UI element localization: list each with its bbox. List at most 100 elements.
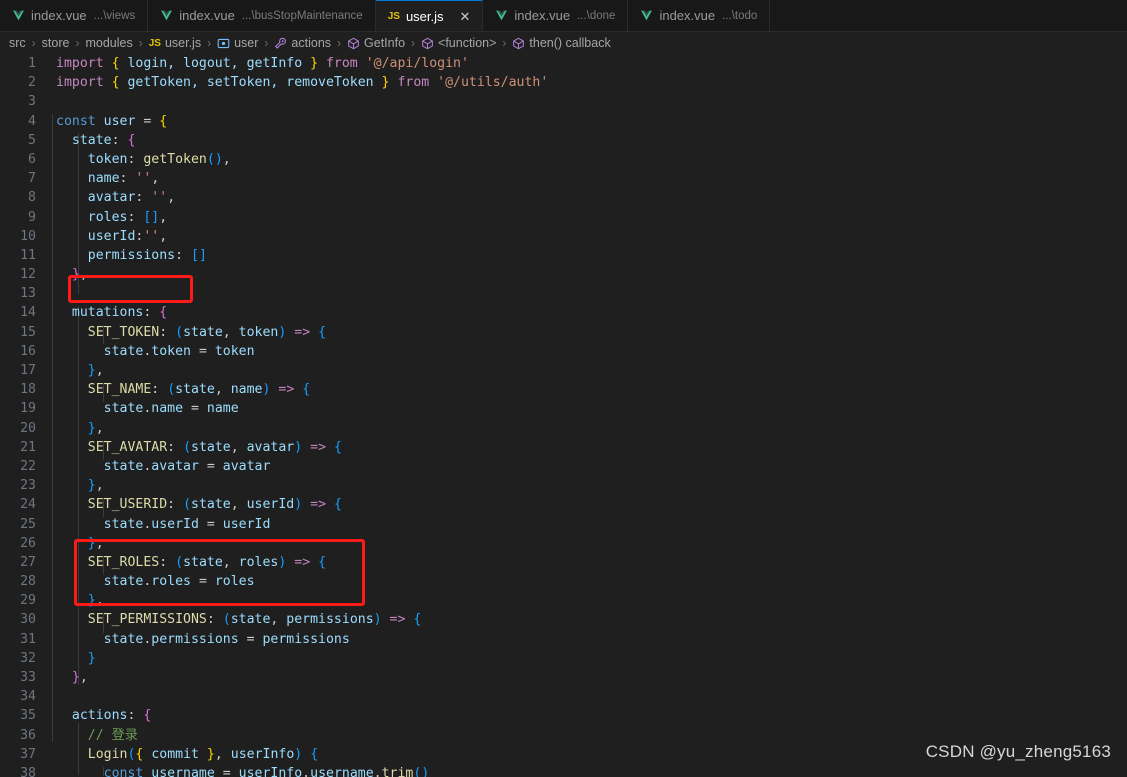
code-content[interactable]: const username = userInfo.username.trim(… bbox=[52, 764, 1127, 777]
code-line[interactable]: 29 }, bbox=[0, 591, 1127, 610]
code-content[interactable]: SET_NAME: (state, name) => { bbox=[52, 380, 1127, 399]
code-line[interactable]: 25 state.userId = userId bbox=[0, 515, 1127, 534]
code-content[interactable]: }, bbox=[52, 591, 1127, 610]
code-content[interactable]: const user = { bbox=[52, 112, 1127, 131]
code-line[interactable]: 1 import { login, logout, getInfo } from … bbox=[0, 54, 1127, 73]
code-token: mutations bbox=[71, 305, 144, 321]
code-content[interactable]: state.permissions = permissions bbox=[52, 630, 1127, 649]
code-content[interactable]: }, bbox=[52, 265, 1127, 284]
code-editor[interactable]: 1 import { login, logout, getInfo } from … bbox=[0, 54, 1127, 777]
code-line[interactable]: 30 SET_PERMISSIONS: (state, permissions)… bbox=[0, 610, 1127, 629]
code-line[interactable]: 12 }, bbox=[0, 265, 1127, 284]
code-token: SET_USERID bbox=[87, 497, 168, 513]
code-content[interactable]: }, bbox=[52, 419, 1127, 438]
code-line[interactable]: 9 roles: [], bbox=[0, 208, 1127, 227]
code-line[interactable]: 18 SET_NAME: (state, name) => { bbox=[0, 380, 1127, 399]
code-line[interactable]: 5 state: { bbox=[0, 131, 1127, 150]
code-content[interactable] bbox=[52, 284, 1127, 303]
code-line[interactable]: 11 permissions: [] bbox=[0, 246, 1127, 265]
code-line[interactable]: 21 SET_AVATAR: (state, avatar) => { bbox=[0, 438, 1127, 457]
code-line[interactable]: 23 }, bbox=[0, 476, 1127, 495]
breadcrumb-item-src[interactable]: src bbox=[9, 36, 26, 50]
code-line[interactable]: 17 }, bbox=[0, 361, 1127, 380]
breadcrumb-label: actions bbox=[291, 36, 332, 50]
code-line[interactable]: 26 }, bbox=[0, 534, 1127, 553]
code-content[interactable]: actions: { bbox=[52, 706, 1127, 725]
code-content[interactable]: }, bbox=[52, 534, 1127, 553]
breadcrumb-item-getinfo[interactable]: GetInfo bbox=[347, 36, 405, 50]
code-line[interactable]: 35 actions: { bbox=[0, 706, 1127, 725]
code-content[interactable] bbox=[52, 687, 1127, 706]
line-number: 17 bbox=[20, 363, 36, 378]
code-content[interactable]: import { login, logout, getInfo } from '… bbox=[52, 54, 1127, 73]
code-line[interactable]: 8 avatar: '', bbox=[0, 188, 1127, 207]
breadcrumb-item-store[interactable]: store bbox=[42, 36, 70, 50]
code-line[interactable]: 6 token: getToken(), bbox=[0, 150, 1127, 169]
code-content[interactable] bbox=[52, 92, 1127, 111]
breadcrumb-item-modules[interactable]: modules bbox=[85, 36, 132, 50]
code-content[interactable]: state.userId = userId bbox=[52, 515, 1127, 534]
code-token: , bbox=[95, 363, 104, 378]
breadcrumb-item-user-js[interactable]: JS user.js bbox=[149, 36, 201, 50]
code-line[interactable]: 14 mutations: { bbox=[0, 303, 1127, 322]
code-line[interactable]: 10 userId:'', bbox=[0, 227, 1127, 246]
breadcrumb-label: src bbox=[9, 36, 26, 50]
breadcrumb-item-actions[interactable]: actions bbox=[274, 36, 331, 50]
code-line[interactable]: 2 import { getToken, setToken, removeToke… bbox=[0, 73, 1127, 92]
code-content[interactable]: SET_TOKEN: (state, token) => { bbox=[52, 323, 1127, 342]
editor-tab-index-vue-4[interactable]: index.vue ...\todo bbox=[628, 0, 771, 31]
code-line[interactable]: 27 SET_ROLES: (state, roles) => { bbox=[0, 553, 1127, 572]
editor-tab-index-vue-0[interactable]: index.vue ...\views bbox=[0, 0, 149, 31]
breadcrumb-item--function-[interactable]: <function> bbox=[421, 36, 496, 50]
code-content[interactable]: state: { bbox=[52, 131, 1127, 150]
close-icon[interactable]: ✕ bbox=[460, 10, 471, 23]
code-content[interactable]: roles: [], bbox=[52, 208, 1127, 227]
code-line[interactable]: 13 bbox=[0, 284, 1127, 303]
code-content[interactable]: SET_USERID: (state, userId) => { bbox=[52, 495, 1127, 514]
watermark-text: CSDN @yu_zheng5163 bbox=[925, 742, 1111, 761]
code-content[interactable]: state.name = name bbox=[52, 399, 1127, 418]
code-content[interactable]: avatar: '', bbox=[52, 188, 1127, 207]
code-line[interactable]: 34 bbox=[0, 687, 1127, 706]
code-content[interactable]: } bbox=[52, 649, 1127, 668]
code-line[interactable]: 20 }, bbox=[0, 419, 1127, 438]
line-number: 19 bbox=[20, 401, 36, 417]
code-content[interactable]: SET_ROLES: (state, roles) => { bbox=[52, 553, 1127, 572]
code-line[interactable]: 24 SET_USERID: (state, userId) => { bbox=[0, 495, 1127, 514]
code-line[interactable]: 31 state.permissions = permissions bbox=[0, 630, 1127, 649]
code-content[interactable]: state.token = token bbox=[52, 342, 1127, 361]
code-line[interactable]: 19 state.name = name bbox=[0, 399, 1127, 418]
breadcrumb-item-user[interactable]: user bbox=[217, 36, 258, 50]
code-content[interactable]: }, bbox=[52, 476, 1127, 495]
code-line[interactable]: 32 } bbox=[0, 649, 1127, 668]
code-line[interactable]: 16 state.token = token bbox=[0, 342, 1127, 361]
code-line[interactable]: 15 SET_TOKEN: (state, token) => { bbox=[0, 323, 1127, 342]
editor-tab-index-vue-3[interactable]: index.vue ...\done bbox=[483, 0, 629, 31]
editor-tab-index-vue-1[interactable]: index.vue ...\busStopMaintenance bbox=[148, 0, 376, 31]
code-content[interactable]: mutations: { bbox=[52, 303, 1127, 322]
code-content[interactable]: SET_PERMISSIONS: (state, permissions) =>… bbox=[52, 610, 1127, 629]
code-content[interactable]: permissions: [] bbox=[52, 246, 1127, 265]
code-line[interactable]: 3 bbox=[0, 92, 1127, 111]
code-content[interactable]: import { getToken, setToken, removeToken… bbox=[52, 73, 1127, 92]
code-line[interactable]: 38 const username = userInfo.username.tr… bbox=[0, 764, 1127, 777]
code-line[interactable]: 28 state.roles = roles bbox=[0, 572, 1127, 591]
code-content[interactable]: name: '', bbox=[52, 169, 1127, 188]
code-content[interactable]: SET_AVATAR: (state, avatar) => { bbox=[52, 438, 1127, 457]
code-line[interactable]: 33 }, bbox=[0, 668, 1127, 687]
code-content[interactable]: }, bbox=[52, 668, 1127, 687]
code-line[interactable]: 7 name: '', bbox=[0, 169, 1127, 188]
breadcrumb-item-then-callback[interactable]: then() callback bbox=[512, 36, 611, 50]
code-content[interactable]: userId:'', bbox=[52, 227, 1127, 246]
code-content[interactable]: }, bbox=[52, 361, 1127, 380]
code-lines[interactable]: 1 import { login, logout, getInfo } from … bbox=[0, 54, 1127, 777]
code-line[interactable]: 4 const user = { bbox=[0, 112, 1127, 131]
code-content[interactable]: state.roles = roles bbox=[52, 572, 1127, 591]
editor-tab-user-js-2[interactable]: JS user.js ✕ bbox=[375, 0, 484, 31]
code-line[interactable]: 22 state.avatar = avatar bbox=[0, 457, 1127, 476]
code-content[interactable]: token: getToken(), bbox=[52, 150, 1127, 169]
code-content[interactable]: state.avatar = avatar bbox=[52, 457, 1127, 476]
